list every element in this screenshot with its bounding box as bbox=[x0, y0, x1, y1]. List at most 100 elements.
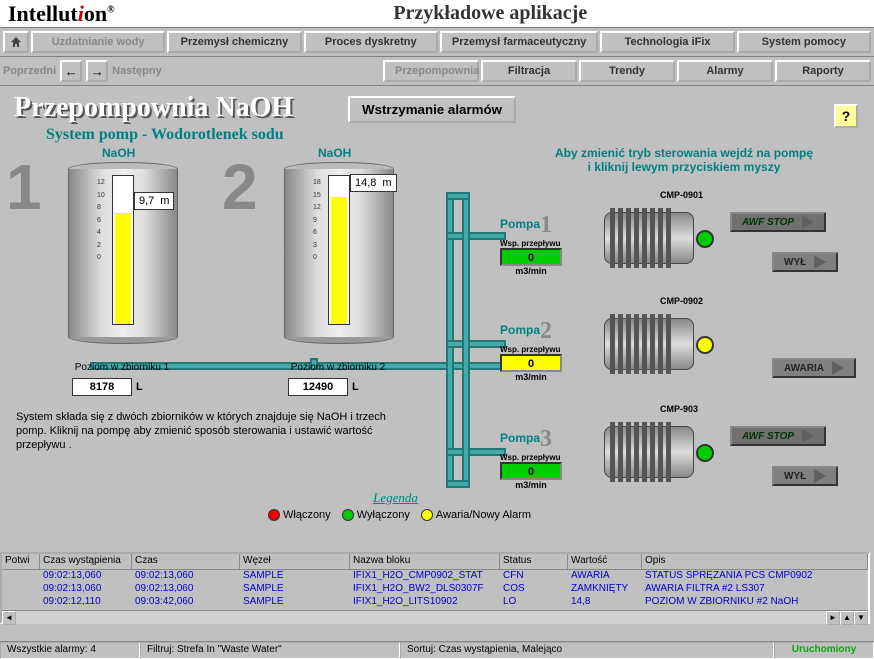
mode-hint: Aby zmienić tryb sterowania wejdź na pom… bbox=[534, 146, 834, 174]
legend: Legenda Włączony Wyłączony Awaria/Nowy A… bbox=[260, 490, 531, 521]
alarm-row[interactable]: 09:02:12,11009:03:42,060SAMPLEIFIX1_H2O_… bbox=[2, 596, 868, 609]
status-running: Uruchomiony bbox=[774, 642, 874, 659]
home-button[interactable] bbox=[3, 31, 29, 53]
pipe bbox=[446, 192, 470, 200]
status-bar: Wszystkie alarmy: 4 Filtruj: Strefa In "… bbox=[0, 641, 874, 659]
status-filter: Filtruj: Strefa In "Waste Water" bbox=[140, 642, 400, 659]
legend-dot-off-icon bbox=[342, 509, 354, 521]
pump-id: CMP-903 bbox=[660, 404, 698, 414]
prev-button[interactable]: ← bbox=[60, 60, 82, 82]
pipe bbox=[446, 480, 470, 488]
tank-label: NaOH bbox=[318, 146, 351, 160]
col-status[interactable]: Status bbox=[500, 554, 568, 569]
scroll-up-button[interactable]: ▲ bbox=[840, 611, 854, 625]
tab-trends[interactable]: Trendy bbox=[579, 60, 675, 82]
nav-water-treatment[interactable]: Uzdatnianie wody bbox=[31, 31, 165, 53]
nav-chemical[interactable]: Przemysł chemiczny bbox=[167, 31, 301, 53]
pump-id: CMP-0901 bbox=[660, 190, 703, 200]
help-button[interactable]: ? bbox=[834, 104, 858, 128]
scroll-left-button[interactable]: ◄ bbox=[2, 611, 16, 625]
tab-reports[interactable]: Raporty bbox=[775, 60, 871, 82]
description-text: System składa się z dwóch zbiorników w k… bbox=[16, 410, 416, 452]
status-led bbox=[696, 336, 714, 354]
col-desc[interactable]: Opis bbox=[642, 554, 868, 569]
alarm-row[interactable]: 09:02:13,06009:02:13,060SAMPLEIFIX1_H2O_… bbox=[2, 570, 868, 583]
legend-on: Włączony bbox=[283, 509, 331, 521]
app-title: Przykładowe aplikacje bbox=[115, 2, 866, 25]
pipe bbox=[462, 194, 470, 484]
nav-ifix[interactable]: Technologia iFix bbox=[600, 31, 734, 53]
motor-icon bbox=[604, 422, 724, 486]
pipe bbox=[446, 232, 506, 240]
awf-stop-button[interactable]: AWF STOP bbox=[730, 212, 826, 232]
tab-pumping[interactable]: Przepompownia bbox=[383, 60, 479, 82]
prev-label: Poprzedni bbox=[3, 65, 56, 77]
tab-alarms[interactable]: Alarmy bbox=[677, 60, 773, 82]
legend-off: Wyłączony bbox=[357, 509, 410, 521]
tank-number: 1 bbox=[6, 150, 42, 224]
tank-fill bbox=[331, 197, 347, 324]
sub-nav: Poprzedni ← → Następny Przepompownia Fil… bbox=[0, 57, 874, 86]
screen-title: Przepompownia NaOH bbox=[14, 92, 293, 124]
next-button[interactable]: → bbox=[86, 60, 108, 82]
tank-gauge bbox=[328, 175, 350, 325]
col-ack[interactable]: Potwi bbox=[2, 554, 40, 569]
legend-dot-alarm-icon bbox=[421, 509, 433, 521]
flow-unit: m3/min bbox=[500, 480, 562, 490]
status-led bbox=[696, 444, 714, 462]
tank-volume: L bbox=[72, 378, 143, 396]
tank-scale: 1815129630 bbox=[313, 177, 321, 265]
fault-button[interactable]: AWARIA bbox=[772, 358, 856, 378]
pump-name: Pompa2 bbox=[500, 318, 582, 345]
alarm-header-row: Potwi Czas wystąpienia Czas Węzeł Nazwa … bbox=[2, 554, 868, 570]
tank-scale: 121086420 bbox=[97, 177, 105, 265]
off-button[interactable]: WYŁ bbox=[772, 466, 838, 486]
col-value[interactable]: Wartość bbox=[568, 554, 642, 569]
motor-icon bbox=[604, 314, 724, 378]
tank-level-reading: 14,8m bbox=[350, 174, 397, 192]
tank-caption: Poziom w zbiorniku 1 bbox=[52, 362, 192, 373]
tank-gauge bbox=[112, 175, 134, 325]
flow-label: Wsp. przepływu bbox=[500, 239, 582, 248]
col-occur-time[interactable]: Czas wystąpienia bbox=[40, 554, 132, 569]
main-nav: Uzdatnianie wody Przemysł chemiczny Proc… bbox=[0, 28, 874, 57]
flow-unit: m3/min bbox=[500, 372, 562, 382]
nav-help-system[interactable]: System pomocy bbox=[737, 31, 871, 53]
legend-dot-on-icon bbox=[268, 509, 280, 521]
col-block[interactable]: Nazwa bloku bbox=[350, 554, 500, 569]
tank-level-reading: 9,7m bbox=[134, 192, 174, 210]
pipe bbox=[446, 340, 506, 348]
nav-pharma[interactable]: Przemysł farmaceutyczny bbox=[440, 31, 599, 53]
suspend-alarms-button[interactable]: Wstrzymanie alarmów bbox=[348, 96, 516, 123]
tank-fill bbox=[115, 213, 131, 324]
alarm-row[interactable]: 09:02:13,06009:02:13,060SAMPLEIFIX1_H2O_… bbox=[2, 583, 868, 596]
tank-label: NaOH bbox=[102, 146, 135, 160]
app-logo: Intellution® bbox=[8, 1, 115, 27]
flow-unit: m3/min bbox=[500, 266, 562, 276]
alarm-body[interactable]: 09:02:13,06009:02:13,060SAMPLEIFIX1_H2O_… bbox=[2, 570, 868, 610]
alarm-hscrollbar[interactable]: ◄ ► ▲ ▼ bbox=[2, 610, 868, 624]
tab-filtration[interactable]: Filtracja bbox=[481, 60, 577, 82]
pump-name: Pompa1 bbox=[500, 212, 582, 239]
flow-value: 0 bbox=[500, 462, 562, 480]
col-time[interactable]: Czas bbox=[132, 554, 240, 569]
subtitle: System pomp - Wodorotlenek sodu bbox=[46, 126, 284, 144]
awf-stop-button[interactable]: AWF STOP bbox=[730, 426, 826, 446]
nav-discrete[interactable]: Proces dyskretny bbox=[304, 31, 438, 53]
tank-volume-input[interactable] bbox=[288, 378, 348, 396]
scroll-right-button[interactable]: ► bbox=[826, 611, 840, 625]
tank-number: 2 bbox=[222, 150, 258, 224]
col-node[interactable]: Węzeł bbox=[240, 554, 350, 569]
off-button[interactable]: WYŁ bbox=[772, 252, 838, 272]
tank-volume: L bbox=[288, 378, 359, 396]
flow-value: 0 bbox=[500, 248, 562, 266]
legend-alarm: Awaria/Nowy Alarm bbox=[436, 509, 531, 521]
flow-value: 0 bbox=[500, 354, 562, 372]
tank-volume-input[interactable] bbox=[72, 378, 132, 396]
scroll-down-button[interactable]: ▼ bbox=[854, 611, 868, 625]
flow-label: Wsp. przepływu bbox=[500, 453, 582, 462]
motor-icon bbox=[604, 208, 724, 272]
pump-id: CMP-0902 bbox=[660, 296, 703, 306]
pipe bbox=[446, 448, 506, 456]
status-alarm-count: Wszystkie alarmy: 4 bbox=[0, 642, 140, 659]
